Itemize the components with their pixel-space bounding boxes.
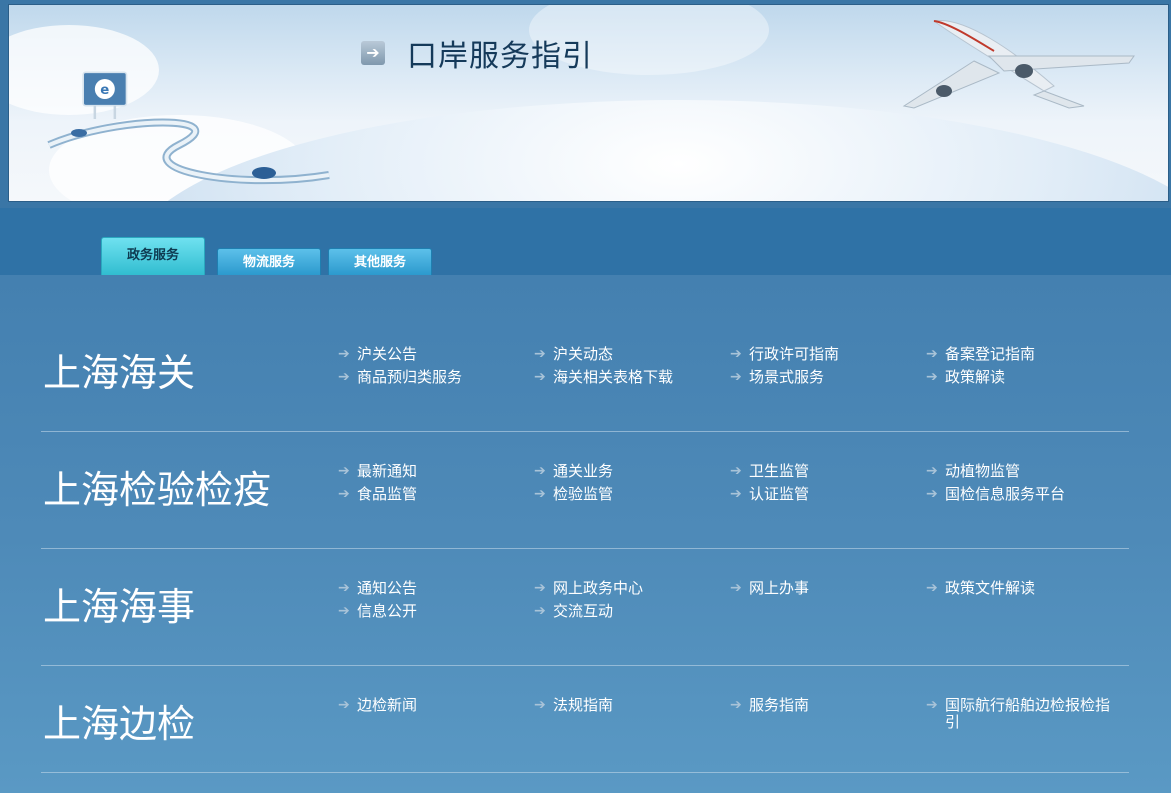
link-item[interactable]: ➔ 国际航行船舶边检报检指引 xyxy=(926,697,1122,731)
link-item[interactable]: ➔ 最新通知 xyxy=(338,463,534,480)
section-title: 上海海事 xyxy=(43,585,196,629)
arrow-right-icon: ➔ xyxy=(730,369,742,385)
link-item[interactable]: ➔ 通关业务 xyxy=(534,463,730,480)
link-item[interactable]: ➔ 商品预归类服务 xyxy=(338,369,534,386)
link-item[interactable]: ➔ 国检信息服务平台 xyxy=(926,486,1122,503)
arrow-right-icon: ➔ xyxy=(926,697,938,713)
arrow-right-icon: ➔ xyxy=(730,697,742,713)
link-item[interactable]: ➔ 政策文件解读 xyxy=(926,580,1122,597)
link-item[interactable]: ➔ 卫生监管 xyxy=(730,463,926,480)
section-title: 上海检验检疫 xyxy=(43,468,272,512)
link-item[interactable]: ➔ 网上办事 xyxy=(730,580,926,597)
arrow-right-icon: ➔ xyxy=(338,346,350,362)
arrow-right-icon: ➔ xyxy=(730,463,742,479)
arrow-right-icon: ➔ xyxy=(361,41,385,65)
tab-government-services[interactable]: 政务服务 xyxy=(101,237,205,276)
arrow-right-icon: ➔ xyxy=(534,463,546,479)
section-shanghai-customs: 上海海关 ➔ 沪关公告 ➔ 沪关动态 ➔ 行政许可指南 ➔ 备案登记指南 ➔ 商品预归类服… xyxy=(41,317,1129,432)
arrow-right-icon: ➔ xyxy=(926,580,938,596)
section-shanghai-ciq: 上海检验检疫 ➔ 最新通知 ➔ 通关业务 ➔ 卫生监管 ➔ 动植物监管 ➔ 食品监管 ➔ 检… xyxy=(41,432,1129,549)
section-title: 上海边检 xyxy=(43,702,196,746)
arrow-right-icon: ➔ xyxy=(534,603,546,619)
arrow-right-icon: ➔ xyxy=(338,580,350,596)
link-item[interactable]: ➔ 海关相关表格下载 xyxy=(534,369,730,386)
link-item[interactable]: ➔ 沪关公告 xyxy=(338,346,534,363)
link-item[interactable]: ➔ 沪关动态 xyxy=(534,346,730,363)
arrow-right-icon: ➔ xyxy=(534,346,546,362)
arrow-right-icon: ➔ xyxy=(926,486,938,502)
link-item[interactable]: ➔ 通知公告 xyxy=(338,580,534,597)
link-item[interactable]: ➔ 动植物监管 xyxy=(926,463,1122,480)
service-content: 上海海关 ➔ 沪关公告 ➔ 沪关动态 ➔ 行政许可指南 ➔ 备案登记指南 ➔ 商品预归类服… xyxy=(0,275,1171,793)
link-item[interactable]: ➔ 认证监管 xyxy=(730,486,926,503)
arrow-right-icon: ➔ xyxy=(534,369,546,385)
header-banner: e ➔ 口岸服务指引 xyxy=(0,0,1171,208)
svg-text:e: e xyxy=(100,83,109,98)
link-item[interactable]: ➔ 网上政务中心 xyxy=(534,580,730,597)
tab-logistics-services[interactable]: 物流服务 xyxy=(217,248,321,276)
page-title-text: 口岸服务指引 xyxy=(407,39,593,74)
arrow-right-icon: ➔ xyxy=(338,369,350,385)
arrow-right-icon: ➔ xyxy=(926,463,938,479)
arrow-right-icon: ➔ xyxy=(534,580,546,596)
link-grid: ➔ 沪关公告 ➔ 沪关动态 ➔ 行政许可指南 ➔ 备案登记指南 ➔ 商品预归类服务 ➔ 海关… xyxy=(338,346,1128,386)
page-title: ➔ 口岸服务指引 xyxy=(361,31,593,75)
arrow-right-icon: ➔ xyxy=(534,486,546,502)
link-item[interactable]: ➔ 食品监管 xyxy=(338,486,534,503)
tab-bar: 政务服务 物流服务 其他服务 xyxy=(0,208,1171,276)
section-title: 上海海关 xyxy=(43,351,196,395)
arrow-right-icon: ➔ xyxy=(926,346,938,362)
link-item[interactable]: ➔ 行政许可指南 xyxy=(730,346,926,363)
arrow-right-icon: ➔ xyxy=(730,580,742,596)
arrow-right-icon: ➔ xyxy=(730,346,742,362)
link-item[interactable]: ➔ 服务指南 xyxy=(730,697,926,731)
tab-other-services[interactable]: 其他服务 xyxy=(328,248,432,276)
section-shanghai-border-inspection: 上海边检 ➔ 边检新闻 ➔ 法规指南 ➔ 服务指南 ➔ 国际航行船舶边检报检指引 xyxy=(41,666,1129,773)
arrow-right-icon: ➔ xyxy=(730,486,742,502)
link-item[interactable]: ➔ 备案登记指南 xyxy=(926,346,1122,363)
link-grid: ➔ 通知公告 ➔ 网上政务中心 ➔ 网上办事 ➔ 政策文件解读 ➔ 信息公开 ➔ 交流互动 xyxy=(338,580,1128,620)
link-item[interactable]: ➔ 政策解读 xyxy=(926,369,1122,386)
arrow-right-icon: ➔ xyxy=(338,486,350,502)
link-grid: ➔ 边检新闻 ➔ 法规指南 ➔ 服务指南 ➔ 国际航行船舶边检报检指引 xyxy=(338,697,1128,731)
link-item[interactable]: ➔ 交流互动 xyxy=(534,603,730,620)
arrow-right-icon: ➔ xyxy=(338,603,350,619)
link-item[interactable]: ➔ 检验监管 xyxy=(534,486,730,503)
airplane-icon xyxy=(902,20,1135,109)
banner-image: e ➔ 口岸服务指引 xyxy=(8,4,1169,202)
arrow-right-icon: ➔ xyxy=(338,697,350,713)
arrow-right-icon: ➔ xyxy=(534,697,546,713)
arrow-right-icon: ➔ xyxy=(926,369,938,385)
link-item[interactable]: ➔ 场景式服务 xyxy=(730,369,926,386)
arrow-right-icon: ➔ xyxy=(338,463,350,479)
link-grid: ➔ 最新通知 ➔ 通关业务 ➔ 卫生监管 ➔ 动植物监管 ➔ 食品监管 ➔ 检验监管 ➔ 认证… xyxy=(338,463,1128,503)
link-item[interactable]: ➔ 法规指南 xyxy=(534,697,730,731)
link-item[interactable]: ➔ 信息公开 xyxy=(338,603,534,620)
link-item[interactable]: ➔ 边检新闻 xyxy=(338,697,534,731)
section-shanghai-maritime: 上海海事 ➔ 通知公告 ➔ 网上政务中心 ➔ 网上办事 ➔ 政策文件解读 ➔ 信息公开 ➔… xyxy=(41,549,1129,666)
road-graphic xyxy=(47,118,330,185)
